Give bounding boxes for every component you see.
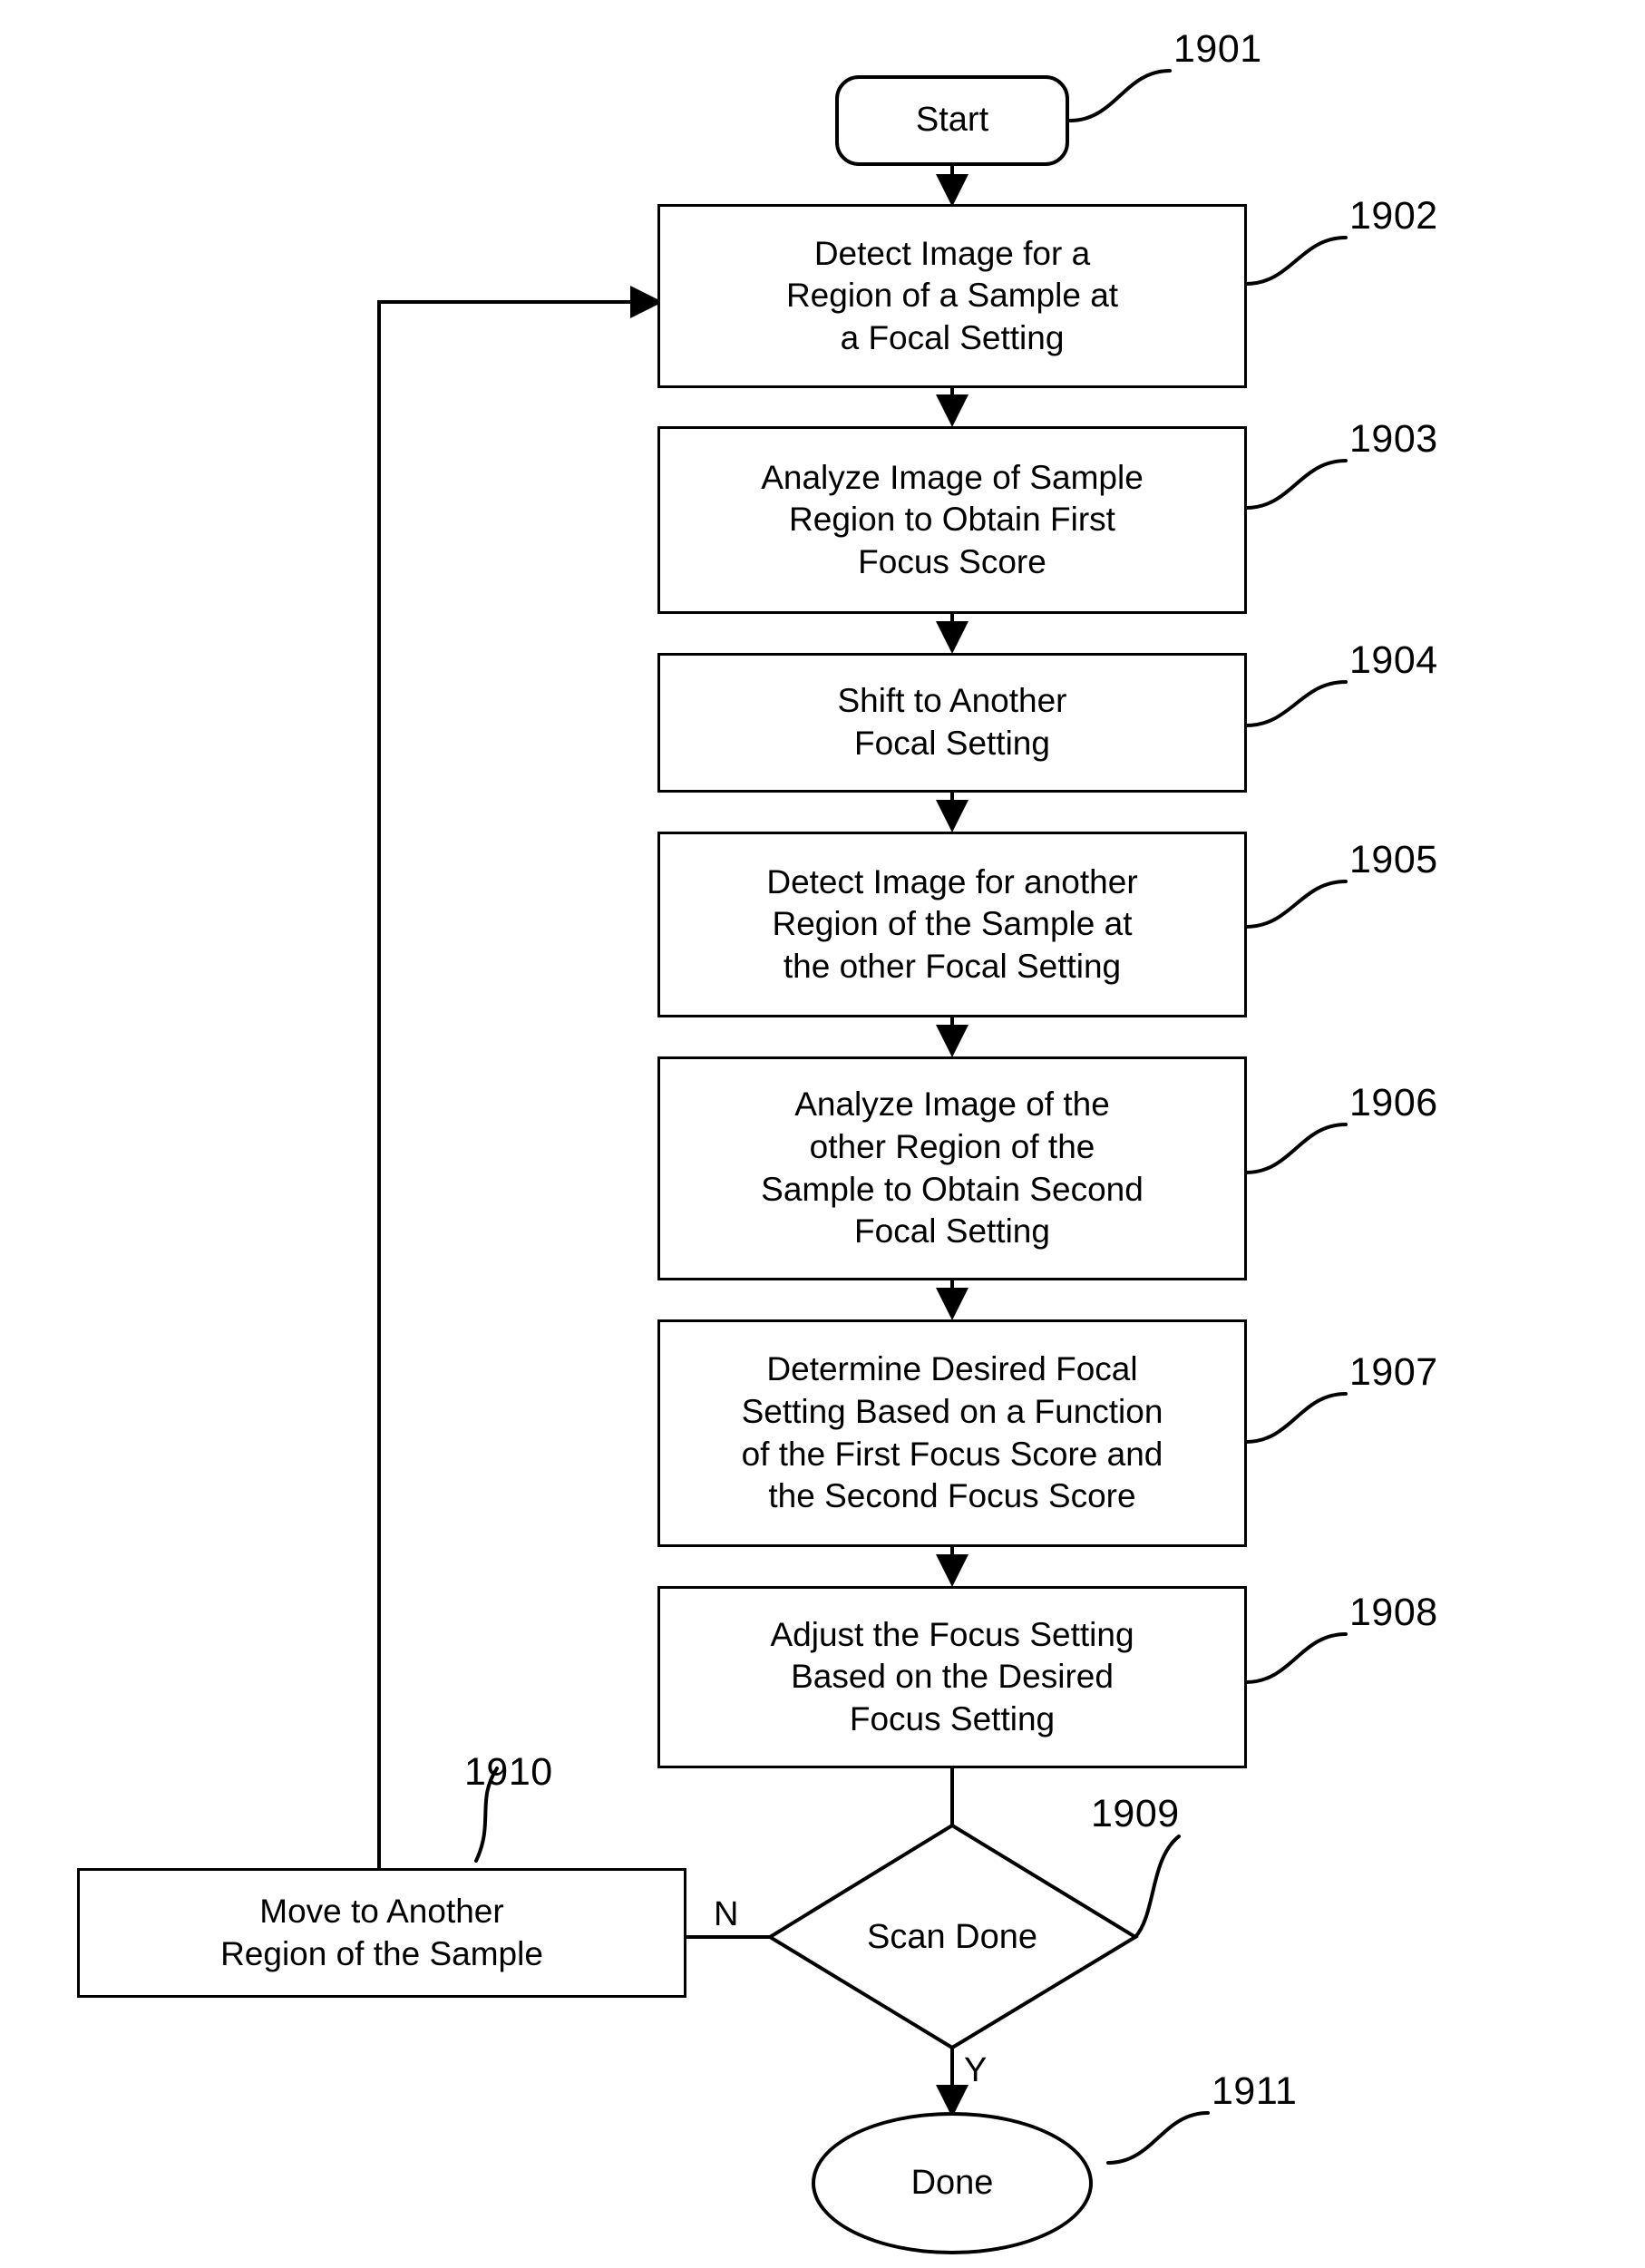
leader-1903 <box>1244 459 1348 510</box>
process-shift-focal-setting-label: Shift to Another Focal Setting <box>837 682 1067 762</box>
branch-label-no: N <box>714 1895 738 1934</box>
refnum-1911-text: 1911 <box>1212 2069 1298 2113</box>
refnum-1909: 1909 <box>1091 1792 1180 1836</box>
refnum-1908: 1908 <box>1349 1591 1438 1635</box>
refnum-1910: 1910 <box>464 1750 553 1795</box>
process-determine-desired-focal-setting-label: Determine Desired Focal Setting Based on… <box>741 1350 1163 1515</box>
process-move-to-another-region[interactable]: Move to Another Region of the Sample <box>77 1868 686 1998</box>
process-shift-focal-setting[interactable]: Shift to Another Focal Setting <box>657 653 1247 793</box>
process-detect-first-image-label: Detect Image for a Region of a Sample at… <box>785 234 1119 356</box>
refnum-1903: 1903 <box>1349 417 1438 462</box>
done-terminator[interactable]: Done <box>812 2112 1093 2254</box>
leader-1906 <box>1244 1123 1348 1174</box>
process-adjust-focus-setting[interactable]: Adjust the Focus Setting Based on the De… <box>657 1586 1247 1768</box>
leader-1907 <box>1244 1392 1348 1444</box>
leader-1909 <box>1134 1835 1181 1939</box>
leader-1908 <box>1244 1632 1348 1684</box>
process-move-to-another-region-label: Move to Another Region of the Sample <box>220 1892 543 1972</box>
process-detect-other-image-label: Detect Image for another Region of the S… <box>766 862 1138 985</box>
refnum-1906: 1906 <box>1349 1081 1438 1125</box>
leader-1904 <box>1244 680 1348 727</box>
process-analyze-other-image[interactable]: Analyze Image of the other Region of the… <box>657 1056 1247 1280</box>
decision-scan-done-label-wrap[interactable]: Scan Done <box>816 1909 1088 1965</box>
refnum-1904-text: 1904 <box>1349 638 1438 682</box>
leader-1901 <box>1068 69 1172 122</box>
refnum-1907: 1907 <box>1349 1350 1438 1395</box>
refnum-1905: 1905 <box>1349 838 1438 882</box>
start-label: Start <box>915 101 989 140</box>
leader-1911 <box>1106 2111 1210 2165</box>
process-determine-desired-focal-setting[interactable]: Determine Desired Focal Setting Based on… <box>657 1319 1247 1547</box>
refnum-1908-text: 1908 <box>1349 1591 1438 1634</box>
connector-1910-to-1902-feedback <box>377 286 663 1868</box>
refnum-1907-text: 1907 <box>1349 1350 1438 1394</box>
branch-label-yes-text: Y <box>964 2051 988 2089</box>
done-label: Done <box>910 2163 994 2202</box>
process-detect-other-image[interactable]: Detect Image for another Region of the S… <box>657 832 1247 1017</box>
refnum-1902: 1902 <box>1349 194 1438 238</box>
branch-label-yes: Y <box>964 2051 987 2090</box>
refnum-1906-text: 1906 <box>1349 1081 1438 1124</box>
process-adjust-focus-setting-label: Adjust the Focus Setting Based on the De… <box>770 1615 1134 1738</box>
refnum-1909-text: 1909 <box>1091 1792 1180 1835</box>
refnum-1910-text: 1910 <box>464 1750 553 1794</box>
refnum-1903-text: 1903 <box>1349 417 1438 461</box>
refnum-1904: 1904 <box>1349 638 1438 683</box>
refnum-1901: 1901 <box>1173 27 1262 72</box>
refnum-1901-text: 1901 <box>1173 27 1262 71</box>
process-detect-first-image[interactable]: Detect Image for a Region of a Sample at… <box>657 204 1247 388</box>
branch-label-no-text: N <box>714 1895 739 1933</box>
leader-1905 <box>1244 880 1348 929</box>
refnum-1905-text: 1905 <box>1349 838 1438 881</box>
flowchart-figure: Start Detect Image for a Region of a Sam… <box>0 0 1645 2268</box>
refnum-1911: 1911 <box>1212 2069 1297 2114</box>
decision-scan-done-label: Scan Done <box>866 1917 1037 1956</box>
process-analyze-other-image-label: Analyze Image of the other Region of the… <box>761 1085 1144 1251</box>
leader-1902 <box>1244 236 1348 286</box>
refnum-1902-text: 1902 <box>1349 194 1438 238</box>
process-analyze-first-image-label: Analyze Image of Sample Region to Obtain… <box>761 458 1144 580</box>
start-terminator[interactable]: Start <box>835 75 1069 166</box>
process-analyze-first-image[interactable]: Analyze Image of Sample Region to Obtain… <box>657 426 1247 614</box>
